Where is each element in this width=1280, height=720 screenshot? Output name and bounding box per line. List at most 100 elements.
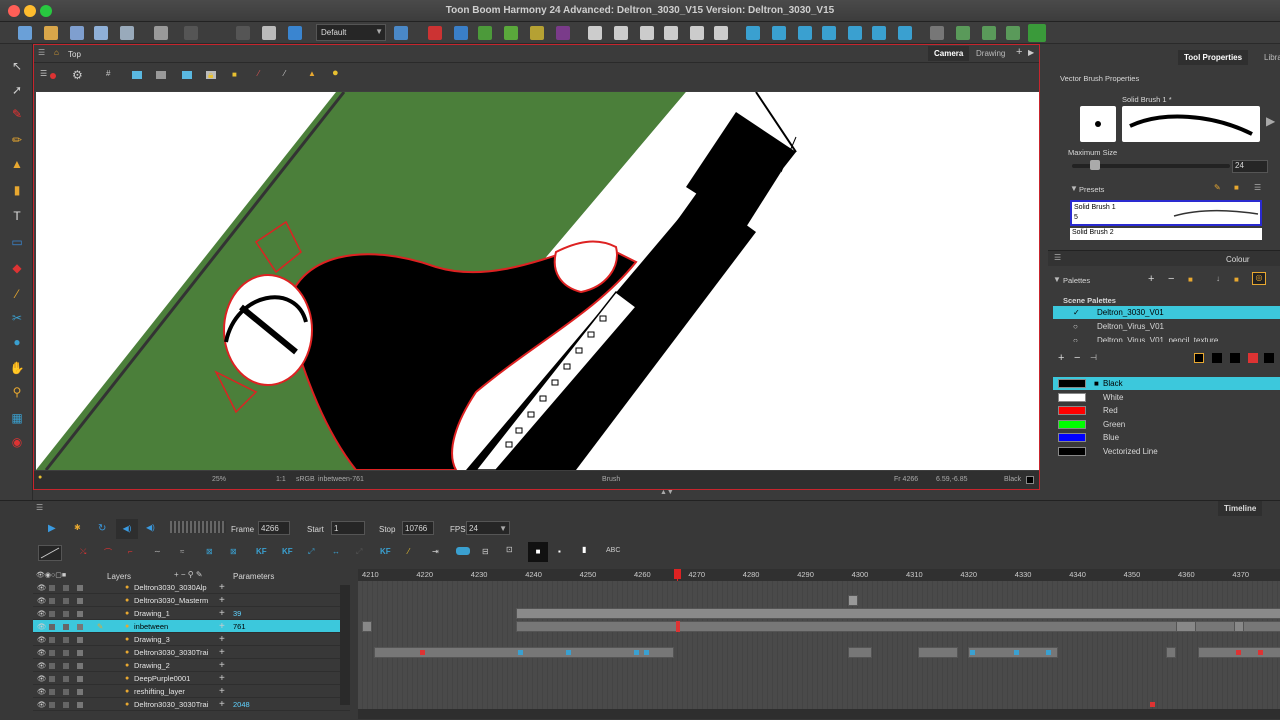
max-size-input[interactable]: 24 bbox=[1232, 160, 1268, 173]
drawing-canvas[interactable] bbox=[36, 92, 1039, 470]
onion-skin-icon[interactable] bbox=[50, 73, 56, 79]
visibility-eye-icon[interactable]: 👁 bbox=[37, 646, 47, 659]
layer-colour-icon[interactable] bbox=[77, 702, 83, 708]
current-frame-cell[interactable] bbox=[676, 621, 680, 632]
layer-tools-icon[interactable]: + − ⚲ ✎ bbox=[174, 570, 203, 579]
panel-options-icon[interactable]: ▶ bbox=[1028, 48, 1034, 57]
harmony-logo-icon[interactable] bbox=[1028, 24, 1046, 42]
cube-4-icon[interactable] bbox=[664, 26, 678, 40]
layer-colour-icon[interactable] bbox=[77, 676, 83, 682]
text-tool-icon[interactable]: T bbox=[9, 208, 25, 224]
center-icon[interactable] bbox=[772, 26, 786, 40]
exposure-block[interactable] bbox=[516, 608, 1280, 619]
pen-mode-icon[interactable] bbox=[454, 26, 468, 40]
exposure-block[interactable] bbox=[848, 595, 858, 606]
visibility-eye-icon[interactable]: 👁 bbox=[37, 659, 47, 672]
curve-icon[interactable] bbox=[872, 26, 886, 40]
visibility-eye-icon[interactable]: 👁 bbox=[37, 698, 47, 711]
save-as-icon[interactable] bbox=[94, 26, 108, 40]
cube-3-icon[interactable] bbox=[640, 26, 654, 40]
tab-timeline[interactable]: Timeline bbox=[1218, 501, 1263, 516]
safe-area-icon[interactable] bbox=[132, 71, 142, 79]
layer-colour-icon[interactable] bbox=[77, 637, 83, 643]
sound-icon[interactable]: ◀) bbox=[116, 519, 138, 539]
keyframe-marker[interactable] bbox=[970, 650, 975, 655]
lock-toggle-icon[interactable] bbox=[49, 663, 55, 669]
loop-icon[interactable]: ↻ bbox=[98, 523, 106, 534]
expand-icon[interactable]: ↔ bbox=[332, 547, 340, 556]
add-parameter-icon[interactable]: + bbox=[219, 607, 225, 620]
pencil-tool-icon[interactable]: ✏ bbox=[9, 132, 25, 148]
keyframe-marker[interactable] bbox=[566, 650, 571, 655]
line-style-select[interactable] bbox=[38, 545, 62, 561]
colour-panel-menu-icon[interactable]: ☰ bbox=[1054, 253, 1061, 262]
layer-row[interactable]: 👁 ● Deltron3030_3030Trai +2048 bbox=[33, 698, 350, 711]
exposure-block[interactable] bbox=[1176, 621, 1196, 632]
add-parameter-icon[interactable]: + bbox=[219, 659, 225, 672]
light-table-icon[interactable] bbox=[182, 71, 192, 79]
lock-toggle-icon[interactable] bbox=[49, 676, 55, 682]
keyframe-marker[interactable] bbox=[634, 650, 639, 655]
deform-icon[interactable] bbox=[822, 26, 836, 40]
chevron-right-icon[interactable]: ▶ bbox=[1266, 114, 1275, 128]
exposure-block[interactable] bbox=[848, 647, 872, 658]
add-palette-icon[interactable]: + bbox=[1148, 273, 1154, 285]
save-preset-icon[interactable]: ✎ bbox=[1214, 183, 1221, 192]
lock-toggle-icon[interactable] bbox=[49, 650, 55, 656]
envelope-icon[interactable] bbox=[848, 26, 862, 40]
tab-library[interactable]: Library bbox=[1258, 50, 1280, 65]
colour-swatch-red[interactable] bbox=[1058, 406, 1086, 415]
visibility-eye-icon[interactable]: 👁 bbox=[37, 581, 47, 594]
save-icon[interactable] bbox=[70, 26, 84, 40]
colour-swatch-green[interactable] bbox=[1058, 420, 1086, 429]
brush-tool-icon[interactable]: ✎ bbox=[9, 106, 25, 122]
shape-tool-icon[interactable]: ▭ bbox=[9, 234, 25, 250]
redo-icon[interactable] bbox=[184, 26, 198, 40]
lock-toggle-icon[interactable] bbox=[49, 624, 55, 630]
lock-toggle-icon[interactable] bbox=[49, 702, 55, 708]
cut-icon[interactable] bbox=[236, 26, 250, 40]
rectangle-icon[interactable]: ▮ bbox=[582, 545, 586, 554]
keyframe-marker[interactable] bbox=[644, 650, 649, 655]
layer-scrollbar[interactable] bbox=[340, 585, 350, 705]
add-colour-icon[interactable]: + bbox=[1058, 352, 1064, 364]
tab-camera[interactable]: Camera bbox=[928, 46, 970, 61]
disabled-icon[interactable]: ⤢ bbox=[356, 547, 362, 557]
lock-toggle-icon[interactable] bbox=[49, 611, 55, 617]
exposure-block[interactable] bbox=[968, 647, 1058, 658]
keyframe-marker[interactable] bbox=[518, 650, 523, 655]
palette-item-selected[interactable]: ✓ Deltron_3030_V01 bbox=[1053, 306, 1280, 319]
ruler-icon[interactable]: ⁄ bbox=[284, 69, 285, 78]
timeline-scrollbar[interactable] bbox=[358, 709, 1280, 719]
select-tool-icon[interactable]: ↖ bbox=[9, 58, 25, 74]
line-colour-icon[interactable] bbox=[1194, 353, 1204, 363]
eraser-tool-icon[interactable]: ▮ bbox=[9, 182, 25, 198]
breadcrumb[interactable]: Top bbox=[68, 50, 81, 59]
exposure-block[interactable] bbox=[1234, 621, 1244, 632]
lock-icon[interactable]: 🔒︎ bbox=[208, 70, 213, 81]
preset-item-selected[interactable]: Solid Brush 1 5 bbox=[1070, 200, 1262, 226]
palettes-expand-icon[interactable]: ▼ bbox=[1053, 275, 1061, 284]
keyframe-marker[interactable] bbox=[1150, 702, 1155, 707]
extend-exposure-icon[interactable]: ⤢ bbox=[308, 547, 314, 557]
add-parameter-icon[interactable]: + bbox=[219, 633, 225, 646]
palette-folder-icon[interactable]: ■ bbox=[1188, 275, 1193, 284]
panel-menu-icon[interactable]: ☰ bbox=[38, 48, 45, 57]
marker-icon[interactable]: ▲ bbox=[308, 69, 316, 78]
rs-icon[interactable] bbox=[530, 26, 544, 40]
exposure-block[interactable] bbox=[918, 647, 958, 658]
layer-row[interactable]: 👁 ● Drawing_2 + bbox=[33, 659, 350, 672]
preset-item[interactable]: Solid Brush 2 bbox=[1070, 228, 1262, 240]
colorspace-value[interactable]: sRGB bbox=[296, 476, 315, 483]
workspace-manager-icon[interactable] bbox=[394, 26, 408, 40]
settings-gear-icon[interactable]: ⚙ bbox=[72, 68, 83, 82]
stamp-tool-icon[interactable]: ◉ bbox=[9, 434, 25, 450]
solo-toggle-icon[interactable] bbox=[63, 585, 69, 591]
add-parameter-icon[interactable]: + bbox=[219, 685, 225, 698]
playback-speed-slider[interactable] bbox=[170, 521, 226, 533]
add-keyframe-icon[interactable]: KF bbox=[256, 547, 267, 556]
add-tab-icon[interactable]: + bbox=[1016, 46, 1022, 58]
ik-icon[interactable] bbox=[956, 26, 970, 40]
mark-icon[interactable]: ⊠ bbox=[230, 547, 237, 556]
texture-colour-icon[interactable] bbox=[1230, 353, 1240, 363]
